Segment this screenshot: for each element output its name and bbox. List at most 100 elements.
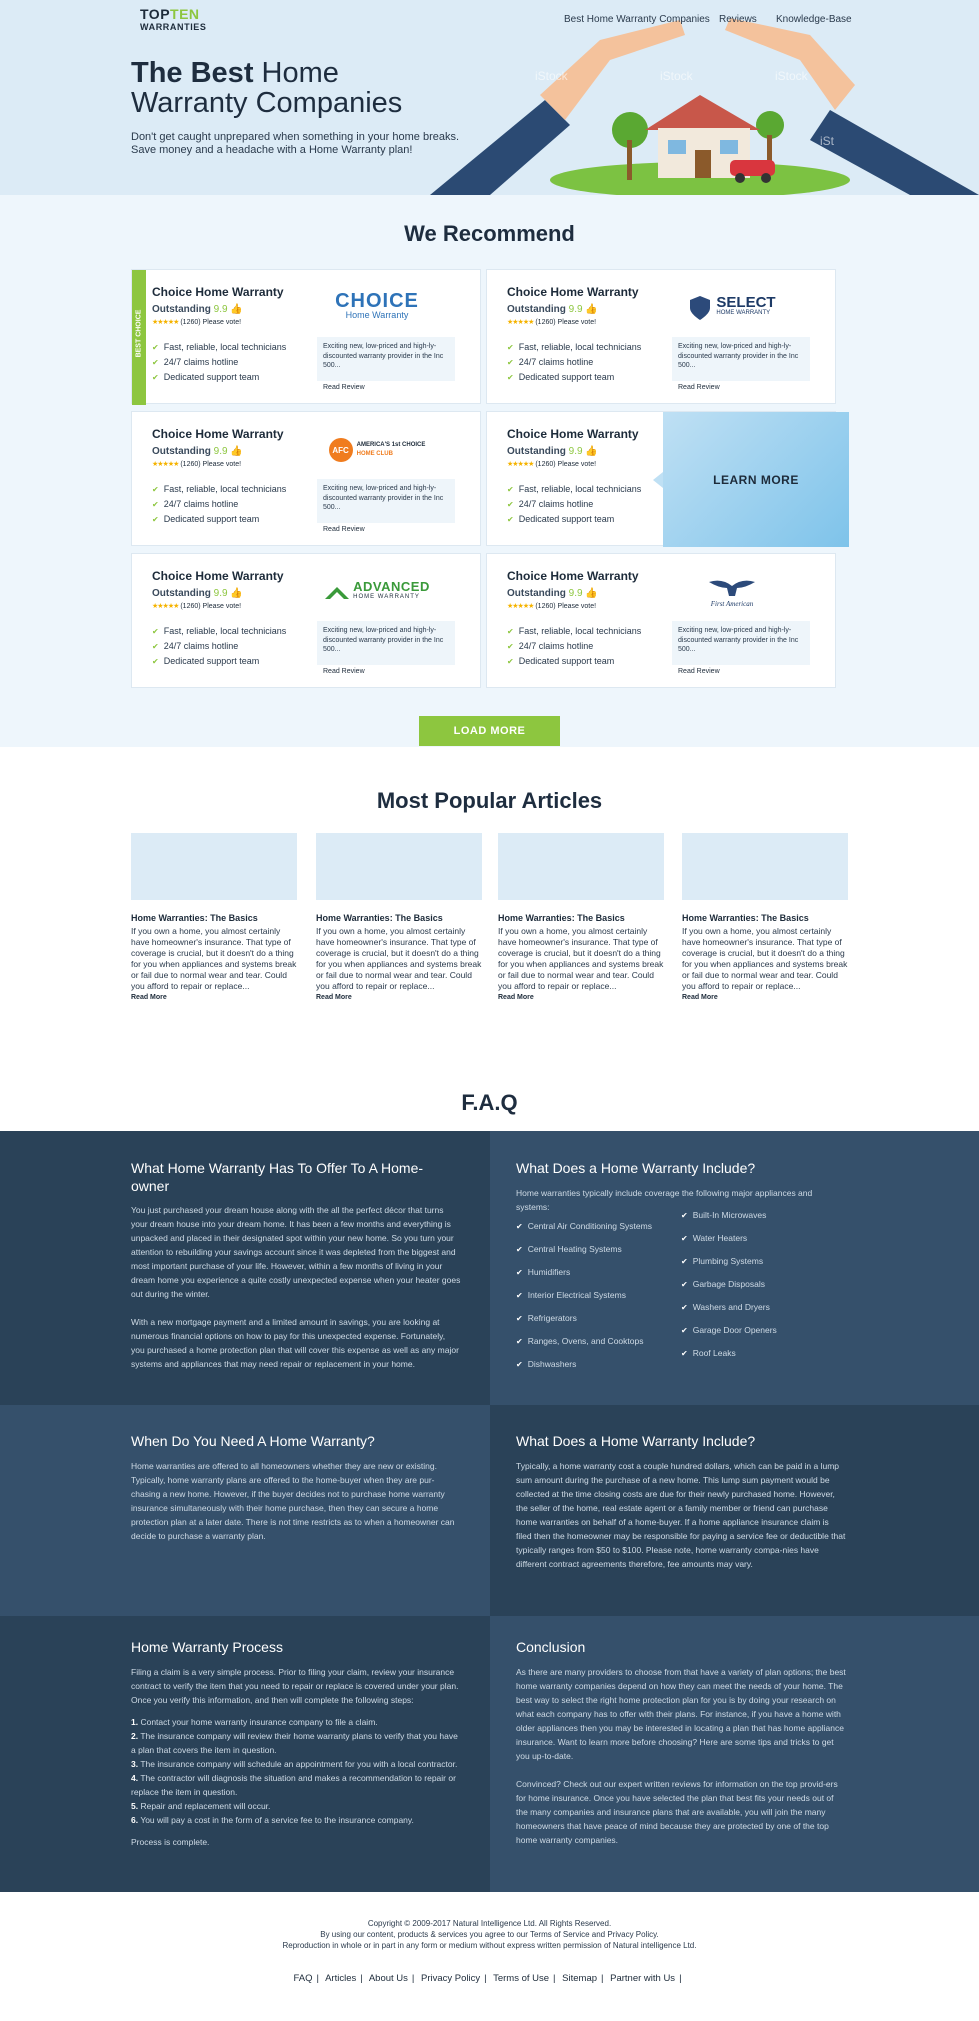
read-review-link[interactable]: Read Review (678, 384, 720, 391)
coverage-list-right: Built-In MicrowavesWater HeatersPlumbing… (681, 1204, 777, 1365)
americas-first-choice-logo[interactable]: AFC AMERICA'S 1st CHOICE HOME CLUB (312, 430, 442, 470)
faq-answer: You just purchased your dream house alon… (131, 1205, 461, 1299)
provider-rating: Outstanding 9.9 👍 (507, 588, 598, 599)
star-rating[interactable]: ★★★★★ (1260) Please vote! (152, 318, 241, 326)
load-more-button[interactable]: LOAD MORE (419, 716, 560, 746)
first-american-logo[interactable]: First American (667, 572, 797, 612)
footer-link-privacy[interactable]: Privacy Policy (421, 1973, 480, 1984)
star-rating[interactable]: ★★★★★ (1260) Please vote! (507, 460, 596, 468)
hero-title-bold: The Best (131, 57, 254, 89)
read-review-link[interactable]: Read Review (323, 668, 365, 675)
hero-title-line2: Warranty Companies (131, 87, 403, 119)
provider-card[interactable]: Choice Home Warranty Outstanding 9.9 👍 ★… (486, 269, 836, 404)
provider-blurb: Exciting new, low-priced and high-ly-dis… (672, 337, 810, 381)
star-rating[interactable]: ★★★★★ (1260) Please vote! (507, 318, 596, 326)
best-choice-tag: BEST CHOICE (132, 270, 146, 405)
star-rating[interactable]: ★★★★★ (1260) Please vote! (507, 602, 596, 610)
faq-block: Home Warranty Process Filing a claim is … (0, 1616, 490, 1892)
faq-question: What Does a Home Warranty Include? (516, 1433, 756, 1449)
faq-answer: With a new mortgage payment and a limite… (131, 1317, 459, 1369)
footer-link-about[interactable]: About Us (369, 1973, 408, 1984)
footer-link-partner[interactable]: Partner with Us (610, 1973, 675, 1984)
provider-rating: Outstanding 9.9 👍 (152, 304, 243, 315)
article-card[interactable]: Home Warranties: The Basics If you own a… (316, 833, 482, 1001)
footer-reproduction-note: Reproduction in whole or in part in any … (282, 1941, 697, 1950)
provider-blurb: Exciting new, low-priced and high-ly-dis… (672, 621, 810, 665)
faq-question: Conclusion (516, 1639, 586, 1655)
article-thumbnail[interactable] (682, 833, 848, 900)
process-steps: 1. Contact your home warranty insurance … (131, 1717, 458, 1825)
footer-link-articles[interactable]: Articles (325, 1973, 356, 1984)
article-title[interactable]: Home Warranties: The Basics (316, 913, 482, 923)
shield-icon (690, 296, 711, 320)
provider-rating: Outstanding 9.9 👍 (152, 588, 243, 599)
article-title[interactable]: Home Warranties: The Basics (131, 913, 297, 923)
footer-legal: Copyright © 2009-2017 Natural Intelligen… (0, 1918, 979, 1951)
provider-card[interactable]: Choice Home Warranty Outstanding 9.9 👍 ★… (486, 553, 836, 688)
footer-link-sitemap[interactable]: Sitemap (562, 1973, 597, 1984)
provider-name: Choice Home Warranty (507, 427, 639, 441)
article-title[interactable]: Home Warranties: The Basics (682, 913, 848, 923)
read-review-link[interactable]: Read Review (678, 668, 720, 675)
faq-answer: Filing a claim is a very simple process.… (131, 1667, 459, 1705)
svg-text:iSt: iSt (820, 134, 835, 148)
read-more-link[interactable]: Read More (316, 994, 482, 1001)
site-logo[interactable]: TOPTEN WARRANTIES (140, 6, 207, 33)
article-thumbnail[interactable] (316, 833, 482, 900)
provider-name: Choice Home Warranty (507, 285, 639, 299)
provider-card[interactable]: Choice Home Warranty Outstanding 9.9 👍 ★… (131, 411, 481, 546)
star-rating[interactable]: ★★★★★ (1260) Please vote! (152, 602, 241, 610)
read-more-link[interactable]: Read More (682, 994, 848, 1001)
read-review-link[interactable]: Read Review (323, 526, 365, 533)
logo-word-top: TOP (140, 6, 171, 22)
hero-illustration: iStock iStock iStock iSt (430, 18, 979, 195)
afc-badge-icon: AFC (328, 438, 353, 462)
article-thumbnail[interactable] (498, 833, 664, 900)
feature-list: Fast, reliable, local technicians 24/7 c… (152, 340, 287, 385)
faq-question: What Does a Home Warranty Include? (516, 1160, 756, 1176)
article-title[interactable]: Home Warranties: The Basics (498, 913, 664, 923)
coverage-list-left: Central Air Conditioning SystemsCentral … (516, 1215, 652, 1376)
provider-card[interactable]: Choice Home Warranty Outstanding 9.9 👍 ★… (131, 553, 481, 688)
article-thumbnail[interactable] (131, 833, 297, 900)
choice-home-warranty-logo[interactable]: CHOICE Home Warranty (312, 288, 442, 328)
faq-answer: Typically, a home warranty cost a couple… (516, 1461, 846, 1569)
feature-list: Fast, reliable, local technicians 24/7 c… (152, 482, 287, 527)
article-excerpt: If you own a home, you almost certainly … (682, 926, 848, 991)
provider-card[interactable]: BEST CHOICE Choice Home Warranty Outstan… (131, 269, 481, 405)
faq-answer: Process is complete. (131, 1837, 210, 1847)
article-card[interactable]: Home Warranties: The Basics If you own a… (682, 833, 848, 1001)
faq-answer: Home warranties are offered to all homeo… (131, 1461, 455, 1541)
provider-blurb: Exciting new, low-priced and high-ly-dis… (317, 337, 455, 381)
articles-title: Most Popular Articles (376, 788, 603, 813)
provider-name: Choice Home Warranty (152, 285, 284, 299)
roof-chevron-icon (325, 587, 350, 599)
article-excerpt: If you own a home, you almost certainly … (498, 926, 664, 991)
faq-answer: Convinced? Check out our expert written … (516, 1779, 838, 1845)
faq-answer: As there are many providers to choose fr… (516, 1667, 846, 1761)
logo-word-warranties: WARRANTIES (140, 22, 207, 32)
svg-text:iStock: iStock (535, 69, 569, 83)
learn-more-button[interactable]: LEARN MORE (653, 412, 849, 547)
read-more-link[interactable]: Read More (131, 994, 297, 1001)
nav-best-companies[interactable]: Best Home Warranty Companies (564, 14, 710, 25)
nav-reviews[interactable]: Reviews (719, 14, 757, 25)
provider-name: Choice Home Warranty (507, 569, 639, 583)
article-excerpt: If you own a home, you almost certainly … (131, 926, 297, 991)
select-home-warranty-logo[interactable]: SELECT HOME WARRANTY (667, 288, 797, 328)
article-card[interactable]: Home Warranties: The Basics If you own a… (498, 833, 664, 1001)
logo-word-ten: TEN (170, 6, 200, 22)
eagle-icon (709, 580, 755, 596)
read-review-link[interactable]: Read Review (323, 384, 365, 391)
article-card[interactable]: Home Warranties: The Basics If you own a… (131, 833, 297, 1001)
star-rating[interactable]: ★★★★★ (1260) Please vote! (152, 460, 241, 468)
hero-title: The Best Home Warranty Companies (131, 58, 402, 118)
feature-list: Fast, reliable, local technicians 24/7 c… (507, 624, 642, 669)
read-more-link[interactable]: Read More (498, 994, 664, 1001)
provider-name: Choice Home Warranty (152, 569, 284, 583)
advanced-home-warranty-logo[interactable]: ADVANCED HOME WARRANTY (312, 572, 442, 612)
nav-knowledge-base[interactable]: Knowledge-Base (776, 14, 852, 25)
footer-link-terms[interactable]: Terms of Use (493, 1973, 549, 1984)
faq-title: F.A.Q (461, 1090, 518, 1115)
footer-link-faq[interactable]: FAQ (293, 1973, 312, 1984)
